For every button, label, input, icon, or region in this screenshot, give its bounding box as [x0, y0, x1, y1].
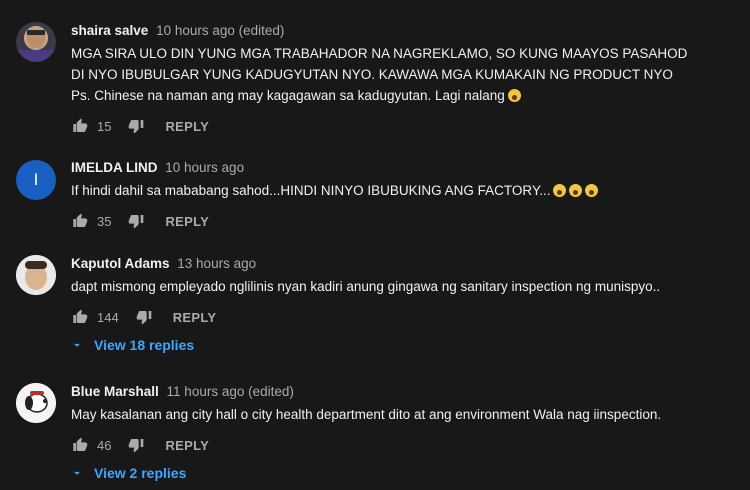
thumbs-up-icon — [73, 213, 88, 227]
like-button[interactable] — [71, 308, 89, 326]
like-button[interactable] — [71, 436, 89, 454]
comment-text-line: If hindi dahil sa mababang sahod...HINDI… — [71, 180, 731, 201]
like-count: 144 — [97, 309, 119, 325]
emoji-icon — [553, 184, 567, 197]
comment-text: May kasalanan ang city hall o city healt… — [71, 404, 731, 425]
thumbs-up-icon — [73, 437, 88, 451]
reply-button[interactable]: REPLY — [165, 214, 209, 229]
reply-button[interactable]: REPLY — [173, 310, 217, 325]
like-button[interactable] — [71, 212, 89, 230]
thumbs-down-icon — [136, 311, 152, 325]
comment-text-line: dapt mismong empleyado nglilinis nyan ka… — [71, 279, 661, 294]
user-avatar[interactable]: I — [16, 160, 56, 200]
user-avatar[interactable] — [16, 383, 56, 423]
avatar-letter: I — [33, 170, 39, 189]
comment-text: MGA SIRA ULO DIN YUNG MGA TRABAHADOR NA … — [71, 43, 731, 106]
user-photo-avatar — [16, 30, 56, 62]
comment-timestamp[interactable]: 10 hours ago (edited) — [156, 23, 284, 38]
view-replies-label: View 18 replies — [94, 337, 195, 353]
dislike-button[interactable] — [127, 212, 145, 230]
comment-timestamp[interactable]: 13 hours ago — [177, 256, 256, 271]
comment-text-line-content: Ps. Chinese na naman ang may kagagawan s… — [71, 88, 505, 103]
comment-author[interactable]: IMELDA LIND — [71, 160, 158, 175]
reply-button[interactable]: REPLY — [165, 119, 209, 134]
thumbs-down-icon — [129, 439, 144, 453]
dislike-button[interactable] — [127, 117, 145, 135]
comment-text: If hindi dahil sa mababang sahod...HINDI… — [71, 180, 731, 201]
comment-author[interactable]: Kaputol Adams — [71, 256, 170, 271]
view-replies-button[interactable]: View 2 replies — [70, 465, 186, 481]
like-count: 15 — [97, 118, 112, 134]
like-count: 35 — [97, 213, 112, 229]
comment-timestamp[interactable]: 10 hours ago — [165, 160, 244, 175]
emoji-icon — [507, 89, 521, 102]
user-avatar[interactable] — [16, 22, 56, 62]
thumbs-up-icon — [73, 118, 88, 132]
comment-author[interactable]: shaira salve — [71, 23, 148, 38]
view-replies-label: View 2 replies — [94, 465, 187, 481]
reply-button[interactable]: REPLY — [165, 438, 209, 453]
emoji-icon — [569, 184, 583, 197]
dislike-button[interactable] — [135, 308, 153, 326]
like-button[interactable] — [71, 117, 89, 135]
comment-text-line: May kasalanan ang city hall o city healt… — [71, 407, 662, 422]
view-replies-button[interactable]: View 18 replies — [70, 337, 194, 353]
comment-text-line-content: If hindi dahil sa mababang sahod...HINDI… — [71, 183, 551, 198]
comment-text-line: Ps. Chinese na naman ang may kagagawan s… — [71, 85, 731, 106]
thumbs-down-icon — [129, 120, 144, 134]
thumbs-up-icon — [73, 309, 88, 323]
user-avatar[interactable] — [16, 255, 56, 295]
comment-timestamp[interactable]: 11 hours ago (edited) — [167, 384, 294, 399]
snoopy-avatar — [16, 383, 56, 423]
comment-author[interactable]: Blue Marshall — [71, 384, 159, 399]
comment-text-line: DI NYO IBUBULGAR YUNG KADUGYUTAN NYO. KA… — [71, 67, 673, 82]
comment-text-line: MGA SIRA ULO DIN YUNG MGA TRABAHADOR NA … — [71, 46, 688, 61]
chevron-down-icon — [74, 471, 80, 475]
emoji-icon — [585, 184, 599, 197]
dislike-button[interactable] — [127, 436, 145, 454]
chevron-down-icon — [74, 343, 80, 347]
thumbs-down-icon — [129, 215, 144, 229]
comment-text: dapt mismong empleyado nglilinis nyan ka… — [71, 276, 731, 297]
like-count: 46 — [97, 437, 112, 453]
user-photo-avatar — [16, 255, 56, 295]
